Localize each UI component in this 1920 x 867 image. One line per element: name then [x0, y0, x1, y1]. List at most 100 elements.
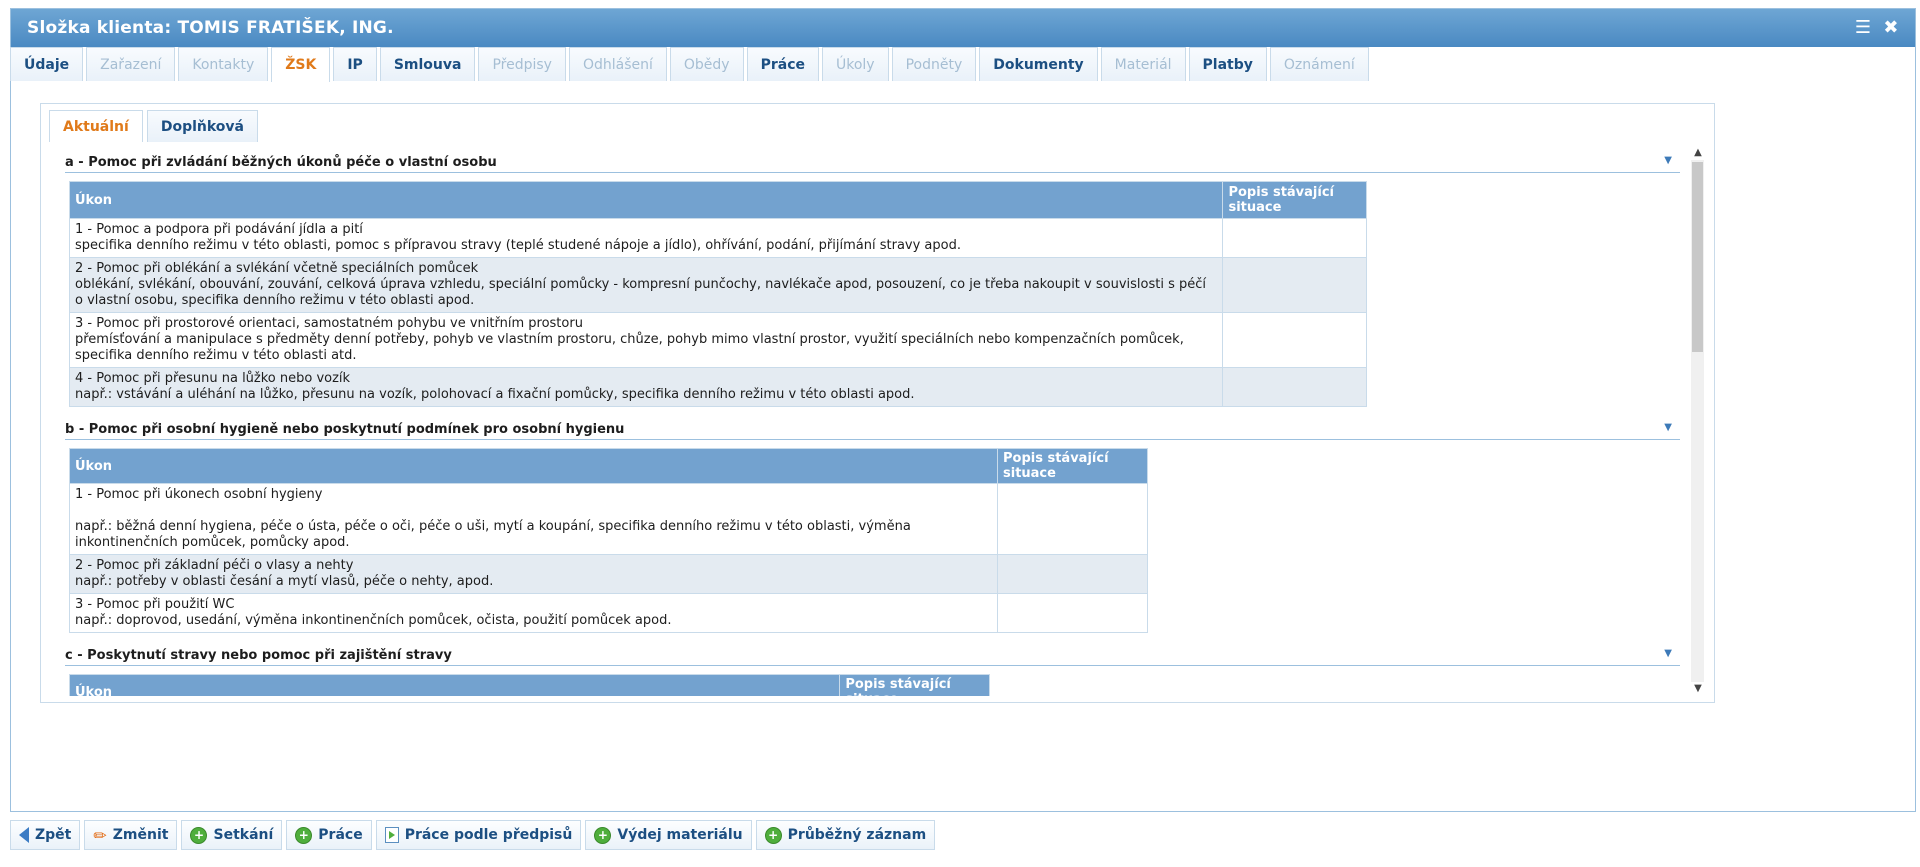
sections-scroll-area[interactable]: a - Pomoc při zvládání běžných úkonů péč…	[65, 146, 1690, 696]
add-circle-icon: +	[295, 826, 313, 844]
zpet-button[interactable]: Zpět	[10, 820, 81, 850]
tab-material: Materiál	[1100, 47, 1186, 81]
tab-prace[interactable]: Práce	[746, 47, 819, 81]
window-title: Složka klienta: TOMIS FRATIŠEK, ING.	[27, 18, 394, 38]
ukon-title: 2 - Pomoc při základní péči o vlasy a ne…	[75, 558, 354, 573]
table-row[interactable]: 1 - Pomoc při úkonech osobní hygieny např…	[69, 483, 1148, 555]
prace-podle-predpisu-button[interactable]: Práce podle předpisů	[375, 820, 582, 850]
document-play-icon	[384, 827, 399, 843]
button-label: Výdej materiálu	[617, 827, 743, 843]
column-header-popis: Popis stávající situace	[1222, 181, 1367, 219]
tab-oznameni: Oznámení	[1269, 47, 1369, 81]
ukon-cell: 4 - Pomoc při přesunu na lůžko nebo vozí…	[68, 367, 1224, 407]
column-header-popis: Popis stávající situace	[839, 674, 990, 696]
subtab-aktualni[interactable]: Aktuální	[49, 110, 143, 142]
section-title: c - Poskytnutí stravy nebo pomoc při zaj…	[65, 648, 452, 663]
collapse-chevron-icon[interactable]: ▼	[1664, 422, 1672, 433]
tab-kontakty: Kontakty	[178, 47, 269, 81]
tab-zarazeni: Zařazení	[86, 47, 176, 81]
table-row[interactable]: 3 - Pomoc při prostorové orientaci, samo…	[68, 312, 1367, 368]
menu-icon[interactable]: ☰	[1853, 18, 1873, 38]
table-row[interactable]: 3 - Pomoc při použití WC např.: doprovod,…	[69, 593, 1148, 633]
table-row[interactable]: 1 - Pomoc a podpora při podávání jídla a…	[68, 218, 1367, 258]
prubezny-zaznam-button[interactable]: + Průběžný záznam	[755, 820, 936, 850]
tab-dokumenty[interactable]: Dokumenty	[979, 47, 1098, 81]
ukon-description: např.: běžná denní hygiena, péče o ústa,…	[75, 519, 911, 550]
ukon-description: např.: potřeby v oblasti česání a mytí v…	[75, 574, 494, 589]
tab-platby[interactable]: Platby	[1188, 47, 1267, 81]
ukon-description: např.: vstávání a uléhání na lůžko, přes…	[75, 387, 915, 402]
scroll-up-arrow-icon[interactable]: ▲	[1690, 146, 1706, 160]
add-circle-icon: +	[190, 826, 208, 844]
ukon-title: 3 - Pomoc při použití WC	[75, 597, 235, 612]
ukon-description: např.: doprovod, usedání, výměna inkonti…	[75, 613, 672, 628]
window-controls: ☰ ✖	[1853, 18, 1901, 38]
ukon-table: ÚkonPopis stávající situace1 - zajištění…	[68, 674, 990, 696]
section-title: b - Pomoc při osobní hygieně nebo poskyt…	[65, 422, 625, 437]
ukon-title: 2 - Pomoc při oblékání a svlékání včetně…	[75, 261, 479, 276]
window-titlebar: Složka klienta: TOMIS FRATIŠEK, ING. ☰ ✖	[11, 9, 1915, 47]
column-header-ukon: Úkon	[68, 674, 841, 696]
table-row[interactable]: 2 - Pomoc při oblékání a svlékání včetně…	[68, 257, 1367, 313]
ukon-cell: 3 - Pomoc při použití WC např.: doprovod,…	[69, 593, 998, 633]
prace-button[interactable]: + Práce	[286, 820, 372, 850]
popis-cell[interactable]	[1222, 218, 1367, 258]
setkani-button[interactable]: + Setkání	[181, 820, 283, 850]
main-tabs: Údaje Zařazení Kontakty ŽSK IP Smlouva Předpis…	[10, 47, 1372, 82]
ukon-title: 1 - Pomoc při úkonech osobní hygieny	[75, 487, 323, 502]
tab-predpisy: Předpisy	[478, 47, 566, 81]
ukon-table: Úkon Popis stávající situace 1 - Pomoc a p…	[68, 181, 1367, 407]
popis-cell[interactable]	[1222, 312, 1367, 368]
tab-ukoly: Úkoly	[822, 47, 889, 81]
ukon-cell: 2 - Pomoc při základní péči o vlasy a ne…	[69, 554, 998, 594]
button-label: Zpět	[35, 827, 72, 843]
popis-cell[interactable]	[1222, 367, 1367, 407]
tab-udaje[interactable]: Údaje	[10, 47, 84, 81]
ukon-cell: 1 - Pomoc při úkonech osobní hygieny např…	[69, 483, 998, 555]
popis-cell[interactable]	[997, 554, 1148, 594]
scroll-down-arrow-icon[interactable]: ▼	[1690, 682, 1706, 696]
collapse-chevron-icon[interactable]: ▼	[1664, 155, 1672, 166]
vertical-scrollbar[interactable]: ▲ ▼	[1690, 146, 1706, 696]
ukon-description: specifika denního režimu v této oblasti,…	[75, 238, 961, 253]
tab-zsk[interactable]: ŽSK	[271, 47, 331, 82]
ukon-table: Úkon Popis stávající situace 1 - Pomoc při…	[69, 448, 1148, 633]
ukon-title: 4 - Pomoc při přesunu na lůžko nebo vozí…	[75, 371, 351, 386]
section-heading: a - Pomoc při zvládání běžných úkonů péč…	[65, 146, 1680, 173]
tab-smlouva[interactable]: Smlouva	[379, 47, 476, 81]
button-label: Změnit	[112, 827, 169, 843]
subtab-doplnkova[interactable]: Doplňková	[146, 110, 258, 142]
popis-cell[interactable]	[997, 483, 1148, 555]
tab-odhlaseni: Odhlášení	[568, 47, 667, 81]
sub-tabs: Aktuální Doplňková	[49, 110, 262, 142]
button-label: Průběžný záznam	[787, 827, 927, 843]
vydej-materialu-button[interactable]: + Výdej materiálu	[585, 820, 752, 850]
close-icon[interactable]: ✖	[1881, 18, 1901, 38]
add-circle-icon: +	[764, 826, 782, 844]
collapse-chevron-icon[interactable]: ▼	[1664, 648, 1672, 659]
ukon-cell: 2 - Pomoc při oblékání a svlékání včetně…	[68, 257, 1224, 313]
tab-ip[interactable]: IP	[333, 47, 377, 81]
section-title: a - Pomoc při zvládání běžných úkonů péč…	[65, 155, 497, 170]
tab-obedy: Obědy	[669, 47, 744, 81]
ukon-title: 3 - Pomoc při prostorové orientaci, samo…	[75, 316, 583, 331]
zsk-panel: Aktuální Doplňková a - Pomoc při zvládání…	[40, 103, 1715, 703]
table-row[interactable]: 4 - Pomoc při přesunu na lůžko nebo vozí…	[68, 367, 1367, 407]
popis-cell[interactable]	[1222, 257, 1367, 313]
table-row[interactable]: 2 - Pomoc při základní péči o vlasy a ne…	[69, 554, 1148, 594]
ukon-cell: 1 - Pomoc a podpora při podávání jídla a…	[68, 218, 1224, 258]
scroll-thumb[interactable]	[1692, 162, 1703, 352]
button-label: Práce	[318, 827, 363, 843]
ukon-description: oblékání, svlékání, obouvání, zouvání, c…	[75, 277, 1206, 308]
column-header-ukon: Úkon	[68, 181, 1224, 219]
ukon-title: 1 - Pomoc a podpora při podávání jídla a…	[75, 222, 363, 237]
button-label: Práce podle předpisů	[404, 827, 573, 843]
column-header-ukon: Úkon	[69, 448, 998, 484]
section-heading: c - Poskytnutí stravy nebo pomoc při zaj…	[65, 639, 1680, 666]
tab-podnety: Podněty	[891, 47, 977, 81]
popis-cell[interactable]	[997, 593, 1148, 633]
column-header-popis: Popis stávající situace	[997, 448, 1148, 484]
section-heading: b - Pomoc při osobní hygieně nebo poskyt…	[65, 413, 1680, 440]
zmenit-button[interactable]: ✏ Změnit	[84, 820, 178, 850]
back-arrow-icon	[19, 827, 29, 843]
